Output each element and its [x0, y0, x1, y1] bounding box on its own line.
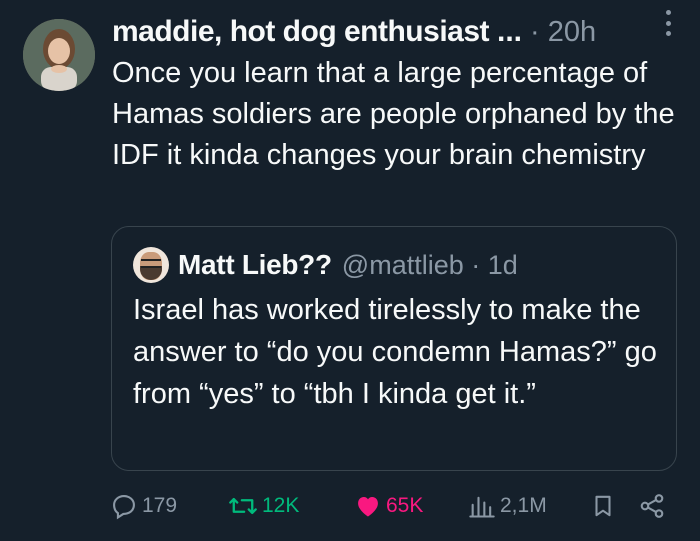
share-button[interactable]: [638, 486, 666, 526]
tweet-timestamp[interactable]: · 20h: [530, 16, 596, 49]
quoted-tweet-text: Israel has worked tirelessly to make the…: [133, 294, 657, 410]
quoted-tweet[interactable]: Matt Lieb?? @mattlieb · 1d Israel has wo…: [111, 226, 677, 471]
quoted-tweet-header: Matt Lieb?? @mattlieb · 1d: [178, 245, 518, 285]
repost-button[interactable]: 12K: [228, 486, 299, 526]
quoted-author-avatar: [133, 247, 169, 283]
action-bar: 179 12K 65K 2,1M: [110, 486, 680, 526]
reply-icon: [110, 492, 138, 520]
reply-count: 179: [142, 494, 178, 517]
quoted-author-name: Matt Lieb??: [178, 249, 332, 280]
reply-button[interactable]: 179: [110, 486, 177, 526]
author-avatar[interactable]: [23, 19, 95, 91]
like-count: 65K: [386, 494, 424, 517]
bookmark-icon: [590, 492, 616, 520]
view-count: 2,1M: [500, 494, 547, 517]
like-button[interactable]: 65K: [354, 486, 423, 526]
bookmark-button[interactable]: [590, 486, 616, 526]
more-icon[interactable]: [664, 10, 672, 36]
views-icon: [468, 492, 496, 520]
repost-count: 12K: [262, 494, 300, 517]
author-name[interactable]: maddie, hot dog enthusiast: [112, 15, 490, 49]
heart-icon: [354, 492, 382, 520]
share-icon: [638, 492, 666, 520]
tweet-header: maddie, hot dog enthusiast ... · 20h: [112, 12, 680, 52]
views-button[interactable]: 2,1M: [468, 486, 547, 526]
author-name-ellipsis: ...: [497, 15, 523, 48]
quoted-author-handle: @mattlieb · 1d: [341, 249, 518, 280]
tweet-text: Once you learn that a large percentage o…: [112, 57, 675, 171]
repost-icon: [228, 492, 258, 520]
